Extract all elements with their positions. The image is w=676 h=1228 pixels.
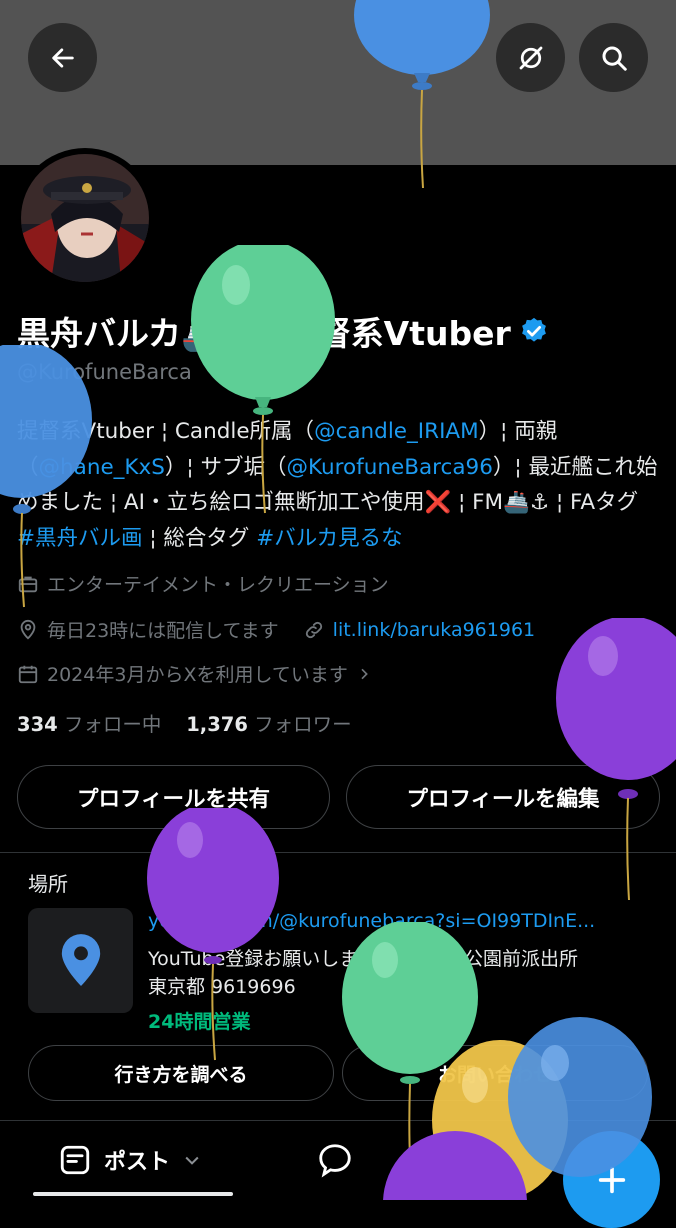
following-label: フォロー中	[63, 713, 162, 736]
share-profile-button[interactable]: プロフィールを共有	[17, 765, 330, 829]
avatar[interactable]	[15, 148, 155, 288]
category-row: エンターテイメント・レクリエーション	[17, 570, 389, 597]
followers-link[interactable]: 1,376 フォロワー	[186, 713, 351, 736]
location-pin-icon	[20, 619, 36, 640]
location-website-row: 毎日23時には配信してます lit.link/baruka961961	[17, 616, 535, 643]
compose-fab-button[interactable]	[563, 1131, 660, 1228]
business-description-1: YouTube登録お願いします🙏 葛飾区公園前派出所	[148, 948, 578, 970]
contact-button[interactable]: お問い合わせ	[342, 1045, 648, 1101]
back-button[interactable]	[28, 23, 97, 92]
bio-hashtag-fa[interactable]: #黒舟バル画	[17, 526, 143, 551]
joined-label: 2024年3月からXを利用しています	[47, 664, 348, 686]
post-menu[interactable]: ポスト	[58, 1143, 202, 1177]
grok-button[interactable]	[496, 23, 565, 92]
display-name: 黒舟バルカ🚢⚓@提督系Vtuber	[17, 314, 511, 353]
followers-label: フォロワー	[254, 713, 352, 736]
joined-row[interactable]: 2024年3月からXを利用しています	[17, 660, 372, 687]
category-label: エンターテイメント・レクリエーション	[47, 574, 389, 596]
bio-mention-candle[interactable]: @candle_IRIAM	[314, 419, 479, 444]
verified-badge-icon[interactable]	[519, 316, 549, 346]
chat-bubble-icon[interactable]	[316, 1141, 354, 1179]
location-label: 毎日23時には配信してます	[47, 620, 279, 642]
home-indicator	[33, 1192, 233, 1196]
website-link[interactable]: lit.link/baruka961961	[333, 619, 535, 641]
compose-post-icon	[60, 1145, 90, 1175]
directions-button[interactable]: 行き方を調べる	[28, 1045, 334, 1101]
edit-profile-button[interactable]: プロフィールを編集	[346, 765, 660, 829]
bio-mention-sub[interactable]: @KurofuneBarca96	[287, 455, 493, 480]
follow-counts: 334 フォロー中 1,376 フォロワー	[17, 708, 352, 737]
balloon-purple-right	[556, 618, 676, 901]
search-button[interactable]	[579, 23, 648, 92]
link-icon	[305, 621, 322, 638]
divider	[0, 852, 676, 853]
post-label: ポスト	[104, 1150, 171, 1175]
bio-text: ）¦ サブ垢（	[164, 454, 287, 480]
business-hours: 24時間営業	[148, 1011, 251, 1033]
avatar-image	[21, 154, 149, 282]
business-description-2: 東京都 9619696	[148, 976, 296, 998]
search-icon	[602, 46, 627, 71]
profile-banner[interactable]	[0, 0, 676, 165]
bio-hashtag-general[interactable]: #バルカ見るな	[256, 526, 402, 551]
bio-text: ¦ 総合タグ	[142, 525, 257, 551]
bio-text: 提督系Vtuber ¦ Candle所属（	[17, 419, 315, 444]
map-thumbnail[interactable]	[28, 908, 133, 1013]
plus-icon	[598, 1166, 625, 1193]
calendar-icon	[18, 665, 38, 683]
grok-icon	[519, 46, 542, 69]
map-pin-icon	[61, 933, 100, 986]
back-arrow-icon	[51, 47, 74, 68]
profile-bio: 提督系Vtuber ¦ Candle所属（@candle_IRIAM）¦ 両親（…	[17, 414, 662, 556]
following-link[interactable]: 334 フォロー中	[17, 713, 161, 736]
business-url-link[interactable]: youtube.com/@kurofunebarca?si=OI99TDInE.…	[148, 910, 595, 932]
chevron-down-icon	[185, 1156, 199, 1165]
bio-mention-parent[interactable]: @hane_KxS	[39, 455, 165, 480]
followers-count: 1,376	[186, 713, 248, 736]
user-handle: @KurofuneBarca	[17, 360, 192, 384]
following-count: 334	[17, 713, 58, 736]
location-section-title: 場所	[28, 872, 68, 896]
chevron-right-icon	[361, 668, 368, 679]
display-name-row: 黒舟バルカ🚢⚓@提督系Vtuber	[17, 307, 549, 355]
briefcase-icon	[18, 576, 38, 592]
